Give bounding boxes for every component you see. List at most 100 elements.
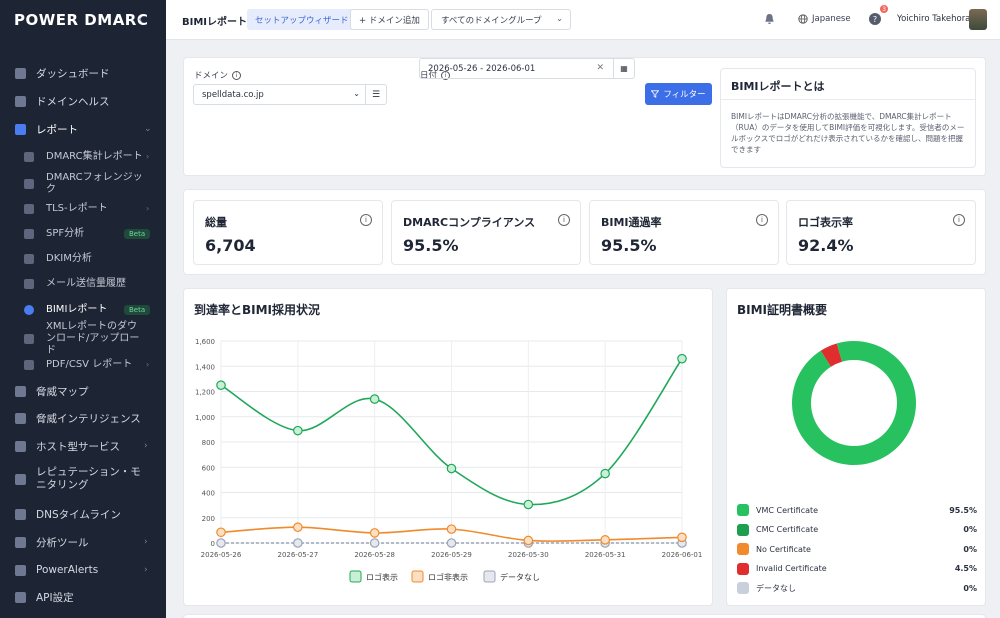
data-point [369,394,380,404]
gear-icon [15,440,26,452]
domain-settings-icon[interactable]: ☰ [365,85,386,104]
y-tick-label: 1,400 [195,363,215,371]
donut-slice [792,341,916,465]
funnel-icon [651,90,660,98]
pulse-icon [24,178,34,189]
info-icon[interactable]: i [360,214,372,226]
reputation-icon [15,473,26,485]
info-icon[interactable]: i [232,70,242,80]
legend-label: CMC Certificate [756,525,819,534]
data-point [293,538,303,548]
legend-percentage: 0% [963,544,977,554]
cert-legend-row: CMC Certificate 0% [737,523,977,537]
legend-swatch [737,523,749,536]
filter-button[interactable]: フィルター [645,83,712,105]
info-icon[interactable]: i [756,214,768,226]
legend-label: データなし [500,572,540,582]
domain-label: ドメイン i [194,69,242,81]
date-range-value: 2026-05-26 - 2026-06-01 [428,63,536,74]
legend-label: No Certificate [756,544,811,554]
sidebar-item-api-settings[interactable]: API設定 [0,584,166,610]
domain-group-select[interactable]: すべてのドメイングループ ⌄ [431,9,571,30]
user-name[interactable]: Yoichiro Takehora [897,14,970,24]
data-point [293,425,303,436]
sidebar-item-reputation[interactable]: レピュテーション・モニタリング [0,460,166,498]
sidebar-item-threat-map[interactable]: 脅威マップ [0,378,166,404]
date-range-input[interactable]: 2026-05-26 - 2026-06-01 ✕ ▦ [419,58,635,79]
sidebar-sub-dkim-analysis[interactable]: DKIM分析 [0,246,166,271]
chevron-right-icon: › [144,441,148,451]
sidebar-sub-dmarc-forensic[interactable]: DMARCフォレンジック [0,171,166,196]
sidebar-item-poweralerts[interactable]: PowerAlerts › [0,557,166,583]
legend-label: ロゴ非表示 [428,572,468,582]
chevron-down-icon: ⌄ [353,89,360,98]
sidebar-item-reports[interactable]: レポート ⌄ [0,116,166,142]
y-tick-label: 1,200 [195,389,215,397]
radar-icon [15,412,26,424]
sidebar-item-analysis-tools[interactable]: 分析ツール › [0,529,166,555]
legend-swatch [737,582,749,594]
info-icon[interactable]: i [953,214,965,226]
sidebar-sub-bimi-report[interactable]: BIMIレポート Beta [0,297,166,322]
sidebar-sub-xml-download[interactable]: XMLレポートのダウンロード/アップロード [0,321,166,356]
info-icon[interactable]: i [558,214,570,226]
domain-select[interactable]: spelldata.co.jp ⌄ ☰ [193,84,387,105]
y-tick-label: 0 [211,540,215,548]
legend-swatch [349,570,362,583]
legend-label: ロゴ表示 [366,572,398,582]
map-icon [15,385,26,397]
legend-swatch [737,504,749,516]
sidebar-sub-pdf-csv[interactable]: PDF/CSV レポート › [0,352,166,377]
domain-value: spelldata.co.jp [202,89,264,100]
chevron-down-icon: ⌄ [556,14,563,23]
alert-icon [15,564,26,576]
data-point [216,538,226,548]
check-badge-icon [24,304,34,315]
sidebar-item-threat-intel[interactable]: 脅威インテリジェンス [0,405,166,431]
sidebar-item-dashboard[interactable]: ダッシュボード [0,60,166,86]
y-tick-label: 400 [202,490,215,498]
avatar[interactable] [969,9,987,30]
collapse-sidebar-icon[interactable]: ‹ [138,12,143,26]
domain-group-value: すべてのドメイングループ [441,15,542,26]
notification-badge: 3 [880,5,888,13]
y-tick-label: 1,000 [195,414,215,422]
dns-icon [15,508,26,520]
kpi-dmarc-compliance: DMARCコンプライアンス 95.5% i [391,200,581,265]
sidebar: POWER DMARC ‹ ダッシュボード ドメインヘルス レポート ⌄ DMAR… [0,0,166,618]
data-point [446,538,457,548]
chevron-right-icon: › [144,565,148,575]
data-point [446,463,457,474]
sidebar-sub-tls-report[interactable]: TLS-レポート › [0,196,166,221]
x-tick-label: 2026-06-01 [662,551,703,559]
bell-icon[interactable] [764,13,775,25]
add-domain-button[interactable]: + ドメイン追加 [350,9,429,30]
y-tick-label: 1,600 [195,338,215,346]
cert-legend-row: No Certificate 0% [737,542,977,556]
kpi-logo-display-rate: ロゴ表示率 92.4% i [786,200,976,265]
sidebar-item-domain-health[interactable]: ドメインヘルス [0,88,166,114]
setup-wizard-button[interactable]: セットアップウィザード [247,9,357,30]
api-icon [15,591,26,603]
chevron-right-icon: › [146,152,150,161]
language-selector[interactable]: Japanese [798,14,851,24]
data-point [293,522,303,533]
data-point [369,538,380,548]
x-tick-label: 2026-05-28 [354,551,395,559]
bimi-cert-card: BIMI証明書概要 VMC Certificate 95.5% CMC Certif… [726,288,986,606]
legend-swatch [483,570,496,583]
cert-legend-row: データなし 0% [737,581,977,595]
sidebar-item-dns-timeline[interactable]: DNSタイムライン [0,501,166,527]
legend-swatch [737,543,749,555]
y-tick-label: 600 [202,464,215,472]
sidebar-item-hosted-services[interactable]: ホスト型サービス › [0,433,166,459]
sidebar-sub-mail-volume[interactable]: メール送信量履歴 [0,271,166,296]
calendar-icon[interactable]: ▦ [613,59,634,78]
legend-percentage: 0% [963,525,977,534]
sidebar-sub-dmarc-aggregate[interactable]: DMARC集計レポート › [0,144,166,169]
clear-icon[interactable]: ✕ [596,63,604,73]
help-icon[interactable]: ? [869,13,881,25]
sidebar-sub-spf-analysis[interactable]: SPF分析 Beta [0,221,166,246]
shield-icon [15,95,26,107]
globe-icon [798,14,808,24]
